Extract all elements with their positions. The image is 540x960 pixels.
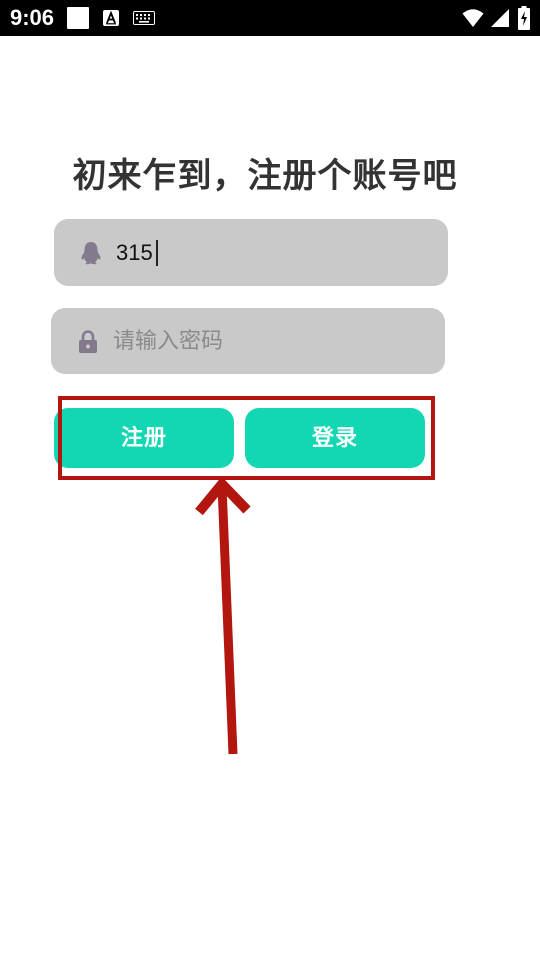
- status-bar: 9:06: [0, 0, 540, 36]
- annotation-arrow-icon: [195, 476, 251, 755]
- app-screen: 9:06 初来乍到，注册个账号吧 315 注册 登录: [0, 0, 540, 960]
- keyboard-icon: [133, 11, 155, 25]
- page-title: 初来乍到，注册个账号吧: [72, 156, 458, 196]
- status-time: 9:06: [10, 5, 55, 30]
- battery-icon: [518, 6, 530, 30]
- annotation-highlight-box: [58, 396, 435, 480]
- username-field[interactable]: [54, 219, 448, 286]
- cell-signal-icon: [491, 9, 509, 27]
- wifi-icon: [462, 9, 484, 27]
- white-square-icon: [67, 7, 89, 29]
- qq-penguin-icon: [81, 242, 101, 265]
- password-input[interactable]: [113, 308, 423, 374]
- lock-icon: [79, 330, 97, 353]
- a-box-icon: [103, 10, 119, 26]
- username-input[interactable]: [116, 219, 426, 286]
- text-cursor: [156, 240, 158, 266]
- password-field[interactable]: [51, 308, 445, 374]
